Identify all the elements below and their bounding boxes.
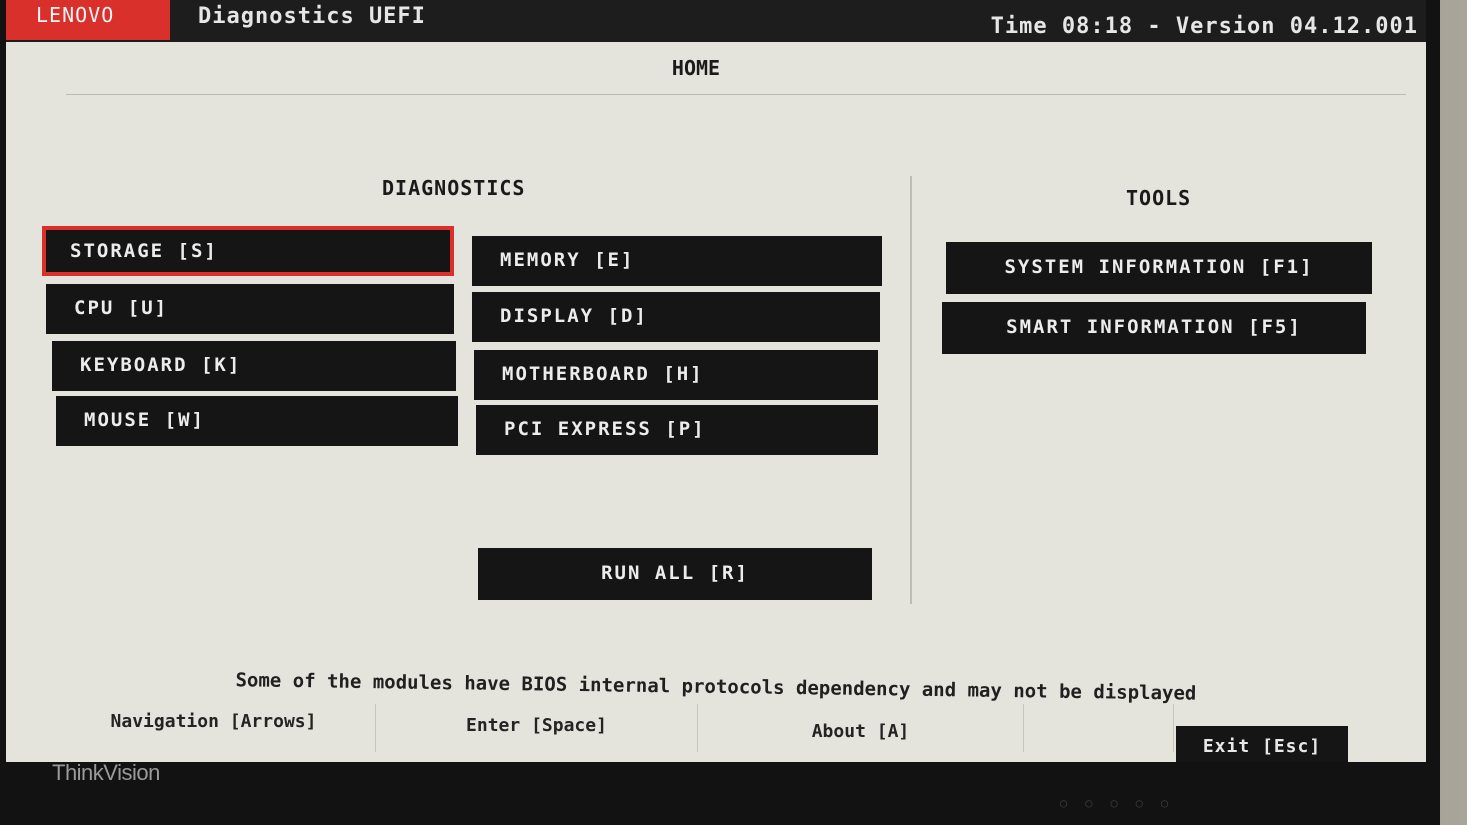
thinkvision-logo: ThinkVision bbox=[52, 760, 160, 785]
about-button[interactable]: About [A] bbox=[698, 704, 1024, 752]
diagnostics-heading: DIAGNOSTICS bbox=[382, 176, 526, 200]
tools-heading: TOOLS bbox=[1126, 186, 1192, 210]
cpu-button[interactable]: CPU [U] bbox=[46, 284, 454, 334]
display-button[interactable]: DISPLAY [D] bbox=[472, 292, 880, 342]
dependency-notice: Some of the modules have BIOS internal p… bbox=[235, 669, 1197, 705]
storage-button[interactable]: STORAGE [S] bbox=[42, 226, 454, 276]
system-information-button[interactable]: SYSTEM INFORMATION [F1] bbox=[946, 242, 1372, 294]
title-bar: LENOVO Diagnostics UEFI Time 08:18 - Ver… bbox=[6, 0, 1426, 42]
footer-bar: Navigation [Arrows] Enter [Space] About … bbox=[52, 704, 1352, 762]
run-all-button[interactable]: RUN ALL [R] bbox=[478, 548, 872, 600]
keyboard-button[interactable]: KEYBOARD [K] bbox=[52, 341, 456, 391]
navigation-hint: Navigation [Arrows] bbox=[52, 704, 376, 752]
header-divider bbox=[66, 94, 1406, 95]
uefi-screen: LENOVO Diagnostics UEFI Time 08:18 - Ver… bbox=[6, 0, 1426, 762]
footer-spacer bbox=[1024, 704, 1174, 752]
lenovo-logo: LENOVO bbox=[6, 0, 170, 40]
monitor-control-buttons[interactable]: ○○○○○ bbox=[1060, 796, 1186, 810]
column-divider bbox=[910, 176, 912, 604]
memory-button[interactable]: MEMORY [E] bbox=[472, 236, 882, 286]
smart-information-button[interactable]: SMART INFORMATION [F5] bbox=[942, 302, 1366, 354]
photo-background: LENOVO Diagnostics UEFI Time 08:18 - Ver… bbox=[0, 0, 1467, 825]
exit-button[interactable]: Exit [Esc] bbox=[1176, 726, 1348, 762]
mouse-button[interactable]: MOUSE [W] bbox=[56, 396, 458, 446]
monitor-bezel: LENOVO Diagnostics UEFI Time 08:18 - Ver… bbox=[0, 0, 1440, 825]
page-title: HOME bbox=[671, 56, 721, 80]
motherboard-button[interactable]: MOTHERBOARD [H] bbox=[474, 350, 878, 400]
pci-express-button[interactable]: PCI EXPRESS [P] bbox=[476, 405, 878, 455]
time-version-readout: Time 08:18 - Version 04.12.001 bbox=[990, 14, 1418, 39]
enter-hint: Enter [Space] bbox=[376, 704, 698, 752]
app-title: Diagnostics UEFI bbox=[198, 4, 426, 29]
